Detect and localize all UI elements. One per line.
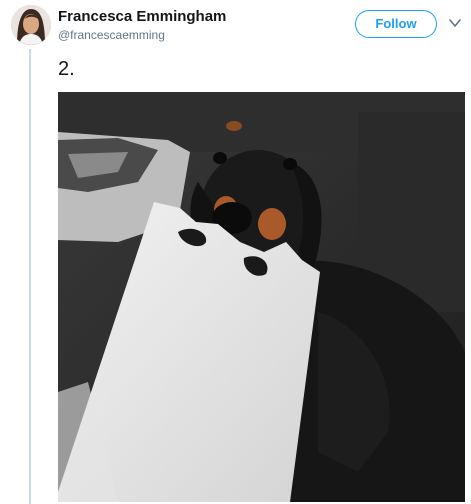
- avatar-photo-icon: [11, 5, 51, 45]
- tweet-photo[interactable]: [58, 92, 465, 502]
- dachshund-photo: [58, 92, 465, 502]
- chevron-down-icon[interactable]: [448, 16, 462, 30]
- follow-button[interactable]: Follow: [355, 10, 437, 38]
- thread-line: [29, 49, 31, 504]
- author-avatar[interactable]: [11, 5, 51, 45]
- author-name[interactable]: Francesca Emmingham: [58, 8, 226, 25]
- tweet-text: 2.: [58, 58, 75, 80]
- author-handle[interactable]: @francescaemming: [58, 28, 165, 42]
- tweet: Francesca Emmingham @francescaemming Fol…: [0, 0, 471, 504]
